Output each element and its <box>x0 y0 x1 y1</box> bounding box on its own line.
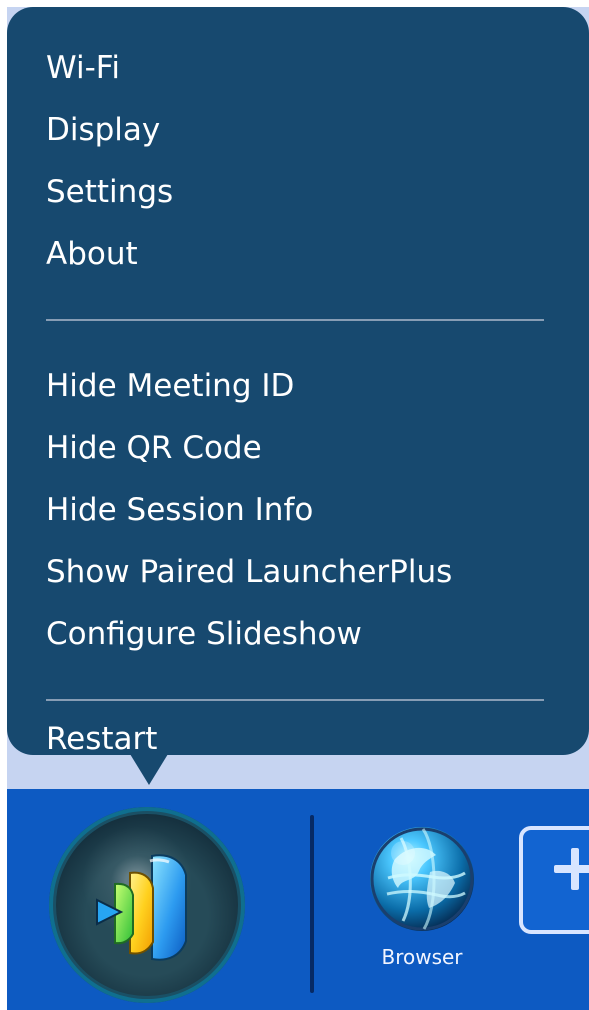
menu-pointer <box>130 754 168 785</box>
launcher-icon <box>96 854 187 961</box>
menu-item-about[interactable]: About <box>7 229 589 291</box>
menu-divider <box>46 699 544 701</box>
globe-icon <box>370 827 474 931</box>
plus-icon <box>554 848 589 890</box>
context-menu: Wi-Fi Display Settings About Hide Meetin… <box>7 7 589 757</box>
menu-item-display[interactable]: Display <box>7 105 589 167</box>
menu-item-hide-session-info[interactable]: Hide Session Info <box>7 485 589 547</box>
menu-item-hide-meeting-id[interactable]: Hide Meeting ID <box>7 361 589 423</box>
menu-item-label: Show Paired LauncherPlus <box>46 554 453 590</box>
menu-divider <box>46 319 544 321</box>
menu-item-label: Settings <box>46 174 174 210</box>
menu-item-label: Display <box>46 112 161 148</box>
menu-item-wifi[interactable]: Wi-Fi <box>7 43 589 105</box>
menu-item-hide-qr-code[interactable]: Hide QR Code <box>7 423 589 485</box>
menu-item-label: Wi-Fi <box>46 50 120 86</box>
menu-item-configure-slideshow[interactable]: Configure Slideshow <box>7 609 589 671</box>
taskbar: Browser <box>7 789 589 1010</box>
launcher-button[interactable] <box>49 807 245 1003</box>
screen: Wi-Fi Display Settings About Hide Meetin… <box>0 0 589 1010</box>
menu-item-label: Hide Meeting ID <box>46 368 295 404</box>
menu-item-label: Hide QR Code <box>46 430 262 466</box>
menu-item-restart[interactable]: Restart <box>7 714 589 776</box>
browser-app[interactable]: Browser <box>359 824 481 984</box>
menu-item-label: Configure Slideshow <box>46 616 362 652</box>
add-app-button[interactable] <box>519 826 589 934</box>
menu-item-show-paired-launcherplus[interactable]: Show Paired LauncherPlus <box>7 547 589 609</box>
menu-item-label: Hide Session Info <box>46 492 314 528</box>
browser-label: Browser <box>381 945 463 969</box>
menu-item-label: About <box>46 236 138 272</box>
taskbar-separator <box>310 815 314 993</box>
menu-item-settings[interactable]: Settings <box>7 167 589 229</box>
